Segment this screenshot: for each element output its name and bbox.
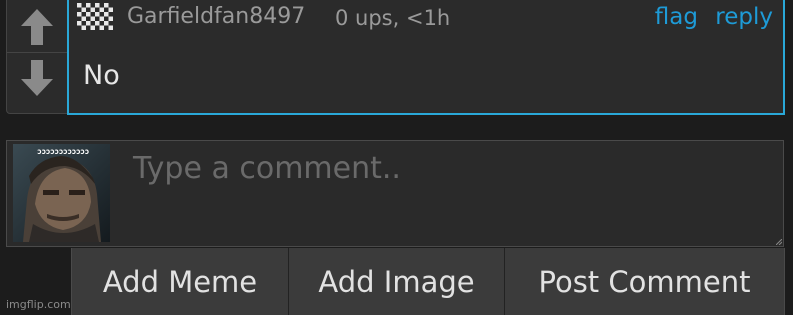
page: Garfieldfan8497 0 ups, <1h flag reply No [0,0,793,315]
comment-username[interactable]: Garfieldfan8497 [127,4,305,29]
comment-meta: 0 ups, <1h [335,6,451,30]
comment-actions: flag reply [645,4,773,30]
add-image-button[interactable]: Add Image [289,248,505,315]
comment-card: Garfieldfan8497 0 ups, <1h flag reply No [6,0,785,115]
comment-text: No [83,60,120,91]
reply-link[interactable]: reply [715,4,773,30]
watermark: imgflip.com [6,298,71,311]
avatar-caption: ɔɔɔɔɔɔɔɔɔɔɔɔ [37,147,89,156]
downvote-button[interactable] [7,52,67,103]
vote-column [7,1,67,104]
comment-input[interactable] [115,141,783,246]
comment-body: Garfieldfan8497 0 ups, <1h flag reply No [67,0,785,115]
upvote-button[interactable] [7,1,67,53]
arrow-up-icon [21,9,53,45]
user-avatar-image [13,144,110,242]
arrow-down-icon [21,60,53,96]
composer-button-bar: Add Meme Add Image Post Comment [71,248,785,315]
post-comment-button[interactable]: Post Comment [505,248,784,315]
resize-grip-icon[interactable] [776,239,782,245]
user-avatar: ɔɔɔɔɔɔɔɔɔɔɔɔ [13,144,110,242]
comment-composer: ɔɔɔɔɔɔɔɔɔɔɔɔ [6,140,784,247]
add-meme-button[interactable]: Add Meme [72,248,289,315]
flag-link[interactable]: flag [655,4,698,30]
checkerboard-avatar-icon[interactable] [77,3,113,30]
